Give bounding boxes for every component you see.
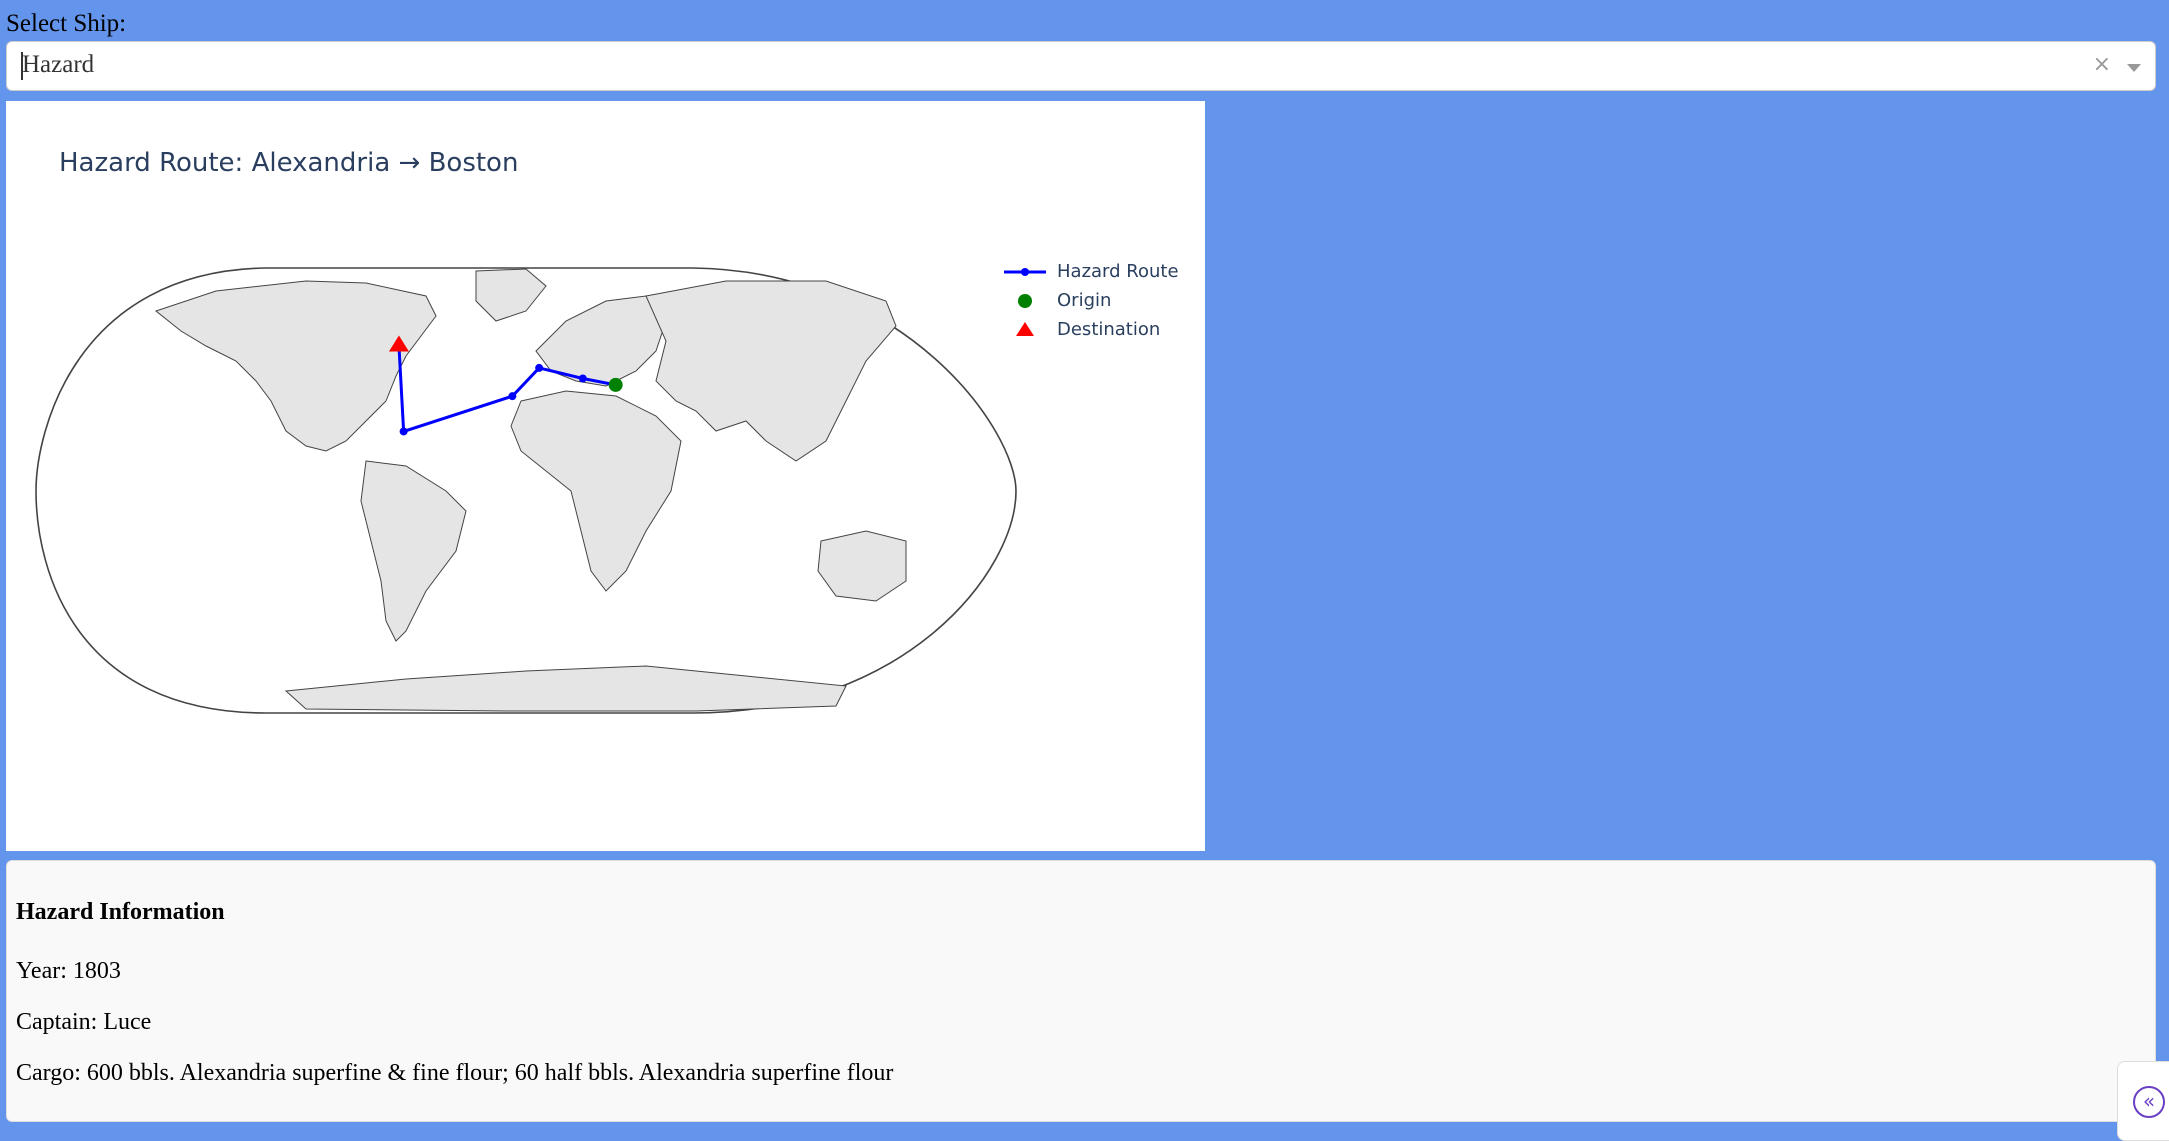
chevrons-left-icon: « — [2133, 1086, 2165, 1118]
chart-title: Hazard Route: Alexandria → Boston — [59, 148, 519, 178]
legend-triangle-icon — [1016, 322, 1034, 336]
ship-select[interactable]: Hazard × — [6, 41, 2156, 91]
info-captain: Captain: Luce — [16, 1009, 152, 1035]
info-year: Year: 1803 — [16, 958, 121, 984]
map-svg — [35, 267, 1017, 714]
legend-label-route: Hazard Route — [1057, 261, 1179, 282]
legend-circle-icon — [1018, 294, 1032, 308]
route-point[interactable] — [508, 392, 517, 401]
legend-label-origin: Origin — [1057, 290, 1112, 311]
ship-select-label: Select Ship: — [6, 10, 127, 37]
route-point[interactable] — [535, 363, 544, 372]
route-point[interactable] — [399, 427, 408, 436]
route-map-graph[interactable] — [6, 101, 1205, 851]
ship-select-value: Hazard — [22, 51, 95, 78]
info-cargo: Cargo: 600 bbls. Alexandria superfine & … — [16, 1060, 894, 1086]
legend-label-destination: Destination — [1057, 319, 1161, 340]
origin-marker[interactable] — [608, 377, 623, 392]
route-point[interactable] — [578, 374, 587, 383]
side-panel-toggle[interactable]: « — [2117, 1061, 2169, 1141]
legend-line-icon — [1004, 268, 1046, 276]
info-heading: Hazard Information — [16, 899, 225, 925]
chevron-down-icon[interactable] — [2127, 64, 2141, 72]
clear-icon[interactable]: × — [2093, 52, 2111, 77]
ship-info-panel: Hazard Information Year: 1803 Captain: L… — [6, 860, 2156, 1122]
